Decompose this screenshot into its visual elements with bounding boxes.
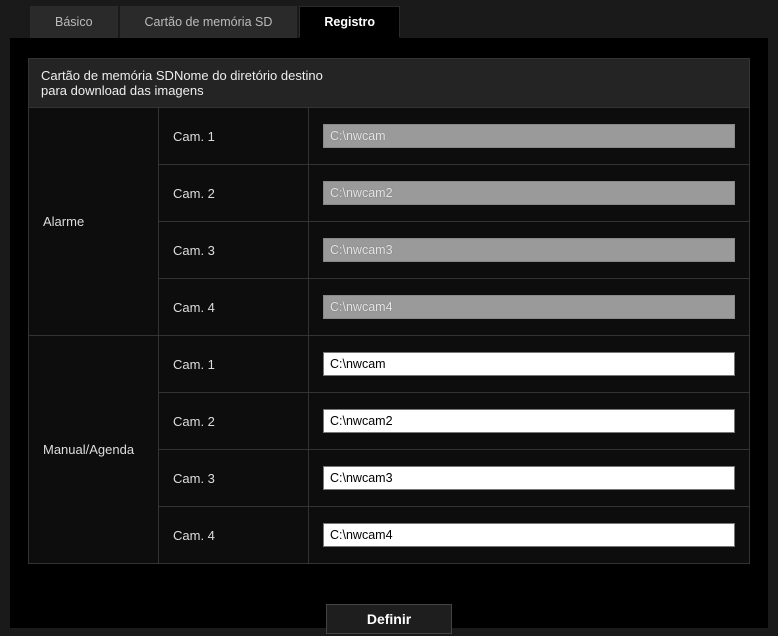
tab-sdcard[interactable]: Cartão de memória SD: [120, 6, 298, 38]
path-input-manual-cam3[interactable]: [323, 466, 735, 490]
table-row: Alarme Cam. 1: [29, 108, 750, 165]
paths-table: Alarme Cam. 1 Cam. 2 Cam. 3 Cam. 4 Manua…: [28, 107, 750, 564]
path-input-alarme-cam1[interactable]: [323, 124, 735, 148]
section-header: Cartão de memória SDNome do diretório de…: [28, 58, 750, 107]
tab-panel-registro: Cartão de memória SDNome do diretório de…: [10, 38, 768, 628]
group-label-manual: Manual/Agenda: [29, 336, 159, 564]
table-row: Manual/Agenda Cam. 1: [29, 336, 750, 393]
tab-registro[interactable]: Registro: [299, 6, 400, 38]
cam-label: Cam. 2: [159, 393, 309, 450]
tab-basico[interactable]: Básico: [30, 6, 118, 38]
path-input-alarme-cam4[interactable]: [323, 295, 735, 319]
define-button[interactable]: Definir: [326, 604, 452, 634]
group-label-alarme: Alarme: [29, 108, 159, 336]
cam-label: Cam. 3: [159, 450, 309, 507]
path-input-alarme-cam2[interactable]: [323, 181, 735, 205]
path-input-manual-cam2[interactable]: [323, 409, 735, 433]
cam-label: Cam. 1: [159, 108, 309, 165]
path-input-alarme-cam3[interactable]: [323, 238, 735, 262]
cam-label: Cam. 2: [159, 165, 309, 222]
cam-label: Cam. 4: [159, 279, 309, 336]
path-input-manual-cam1[interactable]: [323, 352, 735, 376]
tab-bar: Básico Cartão de memória SD Registro: [0, 0, 778, 38]
cam-label: Cam. 4: [159, 507, 309, 564]
path-input-manual-cam4[interactable]: [323, 523, 735, 547]
cam-label: Cam. 1: [159, 336, 309, 393]
cam-label: Cam. 3: [159, 222, 309, 279]
